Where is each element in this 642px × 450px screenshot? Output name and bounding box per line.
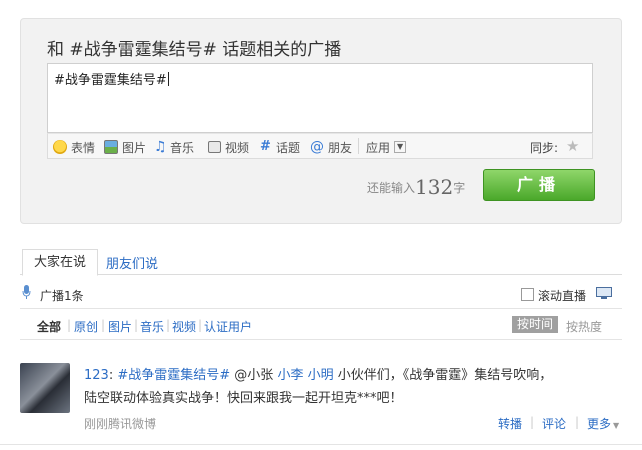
chevron-down-icon: ▼ — [394, 141, 407, 153]
emoji-button[interactable]: 表情 — [53, 139, 95, 155]
autoplay-checkbox[interactable] — [521, 288, 534, 301]
filter-separator: | — [67, 318, 72, 332]
tabs-divider — [20, 274, 622, 275]
action-separator: | — [530, 415, 535, 429]
filter-separator: | — [101, 318, 106, 332]
apps-dropdown[interactable]: 应用 ▼ — [366, 139, 407, 155]
tab-friends[interactable]: 朋友们说 — [106, 253, 158, 272]
filter-video[interactable]: 视频 — [172, 318, 196, 335]
filter-separator: | — [134, 318, 139, 332]
compose-title: 和 #战争雷霆集结号# 话题相关的广播 — [47, 40, 342, 60]
remaining-count: 还能输入132字 — [367, 175, 466, 199]
post-count: 广播1条 — [40, 289, 84, 303]
compose-panel: 和 #战争雷霆集结号# 话题相关的广播 #战争雷霆集结号# 表情 图片 ♫ 音乐… — [20, 18, 622, 224]
smiley-icon — [53, 140, 67, 154]
mention-link[interactable]: 小明 — [308, 368, 334, 383]
mention-link[interactable]: @小张 — [234, 368, 273, 383]
post-source[interactable]: 刚刚腾讯微博 — [84, 415, 156, 432]
screen-icon[interactable] — [596, 287, 612, 300]
caret-down-icon: ▼ — [613, 421, 620, 430]
toolbar-divider — [358, 138, 359, 154]
sort-by-time[interactable]: 按时间 — [512, 316, 558, 333]
at-icon: @ — [310, 139, 324, 155]
video-button[interactable]: 视频 — [208, 139, 249, 155]
more-button[interactable]: 更多 ▼ — [587, 415, 619, 432]
star-icon[interactable]: ★ — [566, 137, 579, 155]
filter-images[interactable]: 图片 — [108, 318, 132, 335]
avatar[interactable] — [20, 363, 70, 413]
mention-link[interactable]: 小李 — [277, 368, 303, 383]
friends-button[interactable]: @ 朋友 — [310, 139, 352, 155]
compose-textarea[interactable]: #战争雷霆集结号# — [47, 63, 593, 133]
compose-toolbar: 表情 图片 ♫ 音乐 视频 # 话题 @ 朋友 应用 ▼ 同步: ★ — [47, 133, 593, 159]
tab-everyone[interactable]: 大家在说 — [22, 249, 98, 276]
filter-separator: | — [166, 318, 171, 332]
post-author[interactable]: 123 — [84, 368, 109, 383]
tv-icon — [208, 141, 221, 153]
hash-icon: # — [260, 139, 271, 154]
comment-button[interactable]: 评论 — [542, 415, 566, 432]
autoplay-label: 滚动直播 — [538, 289, 587, 303]
filter-all[interactable]: 全部 — [37, 318, 61, 335]
image-button[interactable]: 图片 — [104, 139, 146, 155]
music-button[interactable]: ♫ 音乐 — [154, 139, 194, 155]
picture-icon — [104, 140, 118, 154]
sync-label: 同步: — [530, 141, 559, 155]
action-separator: | — [575, 415, 580, 429]
repost-button[interactable]: 转播 — [498, 415, 522, 432]
filter-separator: | — [198, 318, 203, 332]
post-line-2: 陆空联动体验真实战争！快回来跟我一起开坦克***吧！ — [84, 391, 403, 406]
post-button[interactable]: 广播 — [483, 169, 595, 201]
post-line-1: 123: #战争雷霆集结号# @小张 小李 小明 小伙伴们，《战争雷霆》集结号吹… — [84, 368, 553, 383]
feed-divider — [0, 444, 642, 445]
topic-button[interactable]: # 话题 — [260, 139, 300, 155]
filter-music[interactable]: 音乐 — [140, 318, 164, 335]
microphone-icon — [22, 285, 31, 299]
filter-bar: 全部 | 原创 | 图片 | 音乐 | 视频 | 认证用户 按时间 按热度 — [20, 308, 622, 340]
music-note-icon: ♫ — [154, 139, 167, 155]
sort-by-hot[interactable]: 按热度 — [566, 318, 602, 335]
compose-text: #战争雷霆集结号# — [54, 72, 169, 88]
filter-original[interactable]: 原创 — [74, 318, 98, 335]
topic-link[interactable]: #战争雷霆集结号# — [117, 368, 230, 383]
filter-verified[interactable]: 认证用户 — [204, 318, 252, 335]
